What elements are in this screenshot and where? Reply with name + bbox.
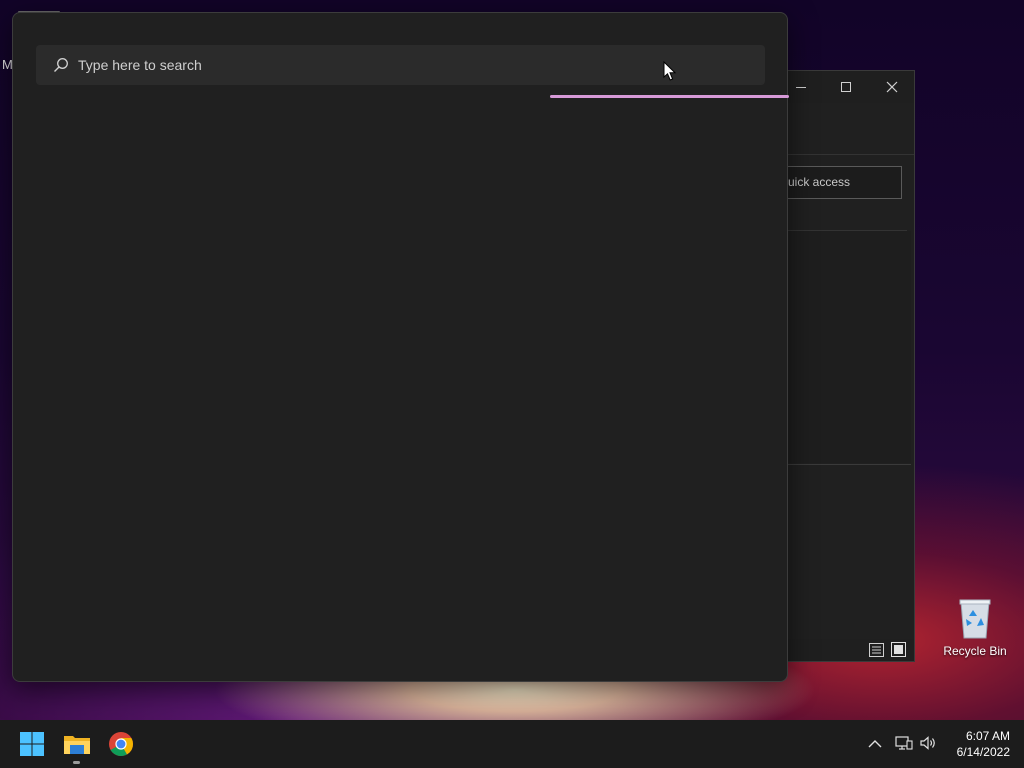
search-input[interactable] [78, 45, 678, 85]
recycle-bin[interactable]: Recycle Bin [940, 596, 1010, 658]
close-icon [886, 81, 898, 93]
explorer-address-bar[interactable]: uick access [781, 166, 902, 199]
search-box[interactable] [36, 45, 765, 85]
clock[interactable]: 6:07 AM 6/14/2022 [946, 728, 1010, 760]
details-view-icon[interactable] [869, 643, 884, 657]
clock-time: 6:07 AM [965, 729, 1010, 743]
start-icon[interactable] [16, 728, 48, 760]
explorer-content-area[interactable] [781, 231, 911, 463]
maximize-icon [841, 82, 851, 92]
recycle-bin-label: Recycle Bin [943, 644, 1007, 658]
volume-icon[interactable] [919, 735, 937, 751]
explorer-divider [781, 464, 911, 465]
search-loading-bar [550, 95, 789, 98]
recycle-bin-icon [959, 599, 991, 639]
chrome-icon[interactable] [105, 728, 137, 760]
maximize-button[interactable] [836, 77, 856, 97]
minimize-button[interactable] [791, 77, 811, 97]
search-panel [12, 12, 789, 682]
running-indicator [73, 761, 80, 764]
close-button[interactable] [882, 77, 902, 97]
clock-date: 6/14/2022 [956, 745, 1010, 759]
large-icons-view-icon[interactable] [891, 642, 906, 657]
chevron-up-icon[interactable] [868, 738, 882, 750]
mouse-cursor-icon [663, 61, 677, 81]
search-icon [54, 58, 68, 72]
minimize-icon [796, 87, 806, 88]
network-icon[interactable] [895, 735, 913, 751]
file-explorer-icon[interactable] [61, 728, 93, 760]
